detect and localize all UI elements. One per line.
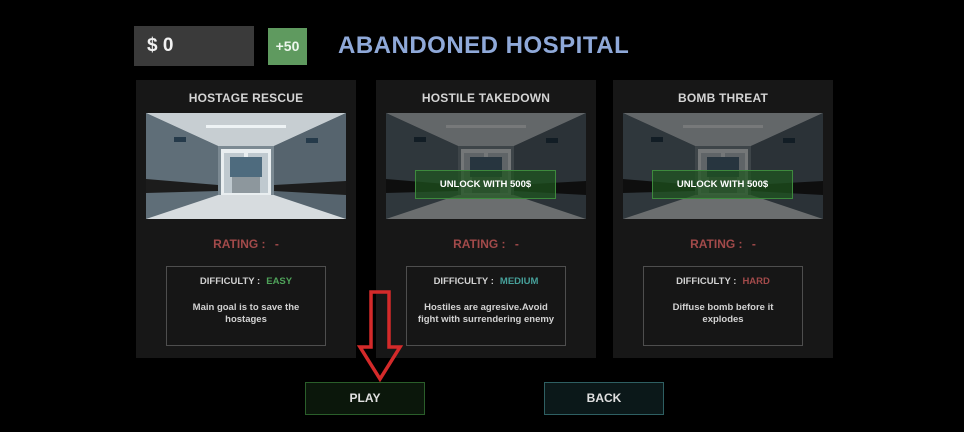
mission-description: Diffuse bomb before it explodes xyxy=(672,302,774,325)
mission-info-box: DIFFICULTY : MEDIUM Hostiles are agresive… xyxy=(406,266,566,346)
difficulty-value: HARD xyxy=(742,276,770,287)
mission-thumbnail: UNLOCK WITH 500$ xyxy=(623,113,823,219)
rating-value: - xyxy=(514,237,519,251)
rating-row: RATING : - xyxy=(613,237,833,251)
money-display: $ 0 xyxy=(134,26,254,66)
mission-description: Main goal is to save the hostages xyxy=(192,302,300,325)
difficulty-value: MEDIUM xyxy=(499,276,539,287)
money-value: $ 0 xyxy=(147,35,174,56)
difficulty-label: DIFFICULTY : xyxy=(433,276,494,287)
unlock-button[interactable]: UNLOCK WITH 500$ xyxy=(652,170,793,199)
mission-thumbnail xyxy=(146,113,346,219)
back-button-label: BACK xyxy=(586,391,622,405)
down-arrow-icon xyxy=(356,290,404,383)
mission-description: Hostiles are agresive.Avoid fight with s… xyxy=(417,302,555,325)
rating-label: RATING : xyxy=(453,237,506,251)
difficulty-value: EASY xyxy=(266,276,293,287)
add-money-label: +50 xyxy=(275,38,300,54)
rating-label: RATING : xyxy=(213,237,266,251)
play-button[interactable]: PLAY xyxy=(305,382,425,415)
mission-select-screen: { "header": { "money": "$ 0", "add_money… xyxy=(0,0,964,432)
mission-card-hostage-rescue[interactable]: HOSTAGE RESCUE RATING : - DIFFICULTY : EA… xyxy=(136,80,356,358)
mission-info-box: DIFFICULTY : EASY Main goal is to save th… xyxy=(166,266,326,346)
difficulty-row: DIFFICULTY : HARD xyxy=(644,276,802,287)
difficulty-label: DIFFICULTY : xyxy=(676,276,737,287)
rating-row: RATING : - xyxy=(136,237,356,251)
rating-value: - xyxy=(751,237,756,251)
difficulty-row: DIFFICULTY : EASY xyxy=(167,276,325,287)
add-money-button[interactable]: +50 xyxy=(268,28,307,65)
mission-title: BOMB THREAT xyxy=(678,91,768,105)
play-button-label: PLAY xyxy=(349,391,381,405)
unlock-button[interactable]: UNLOCK WITH 500$ xyxy=(415,170,556,199)
mission-card-hostile-takedown: HOSTILE TAKEDOWN UNLOCK WITH 500$ RATING… xyxy=(376,80,596,358)
locked-overlay xyxy=(623,113,823,219)
locked-overlay xyxy=(386,113,586,219)
mission-title: HOSTILE TAKEDOWN xyxy=(421,91,551,105)
difficulty-row: DIFFICULTY : MEDIUM xyxy=(407,276,565,287)
mission-card-bomb-threat: BOMB THREAT UNLOCK WITH 500$ RATING : - … xyxy=(613,80,833,358)
rating-row: RATING : - xyxy=(376,237,596,251)
hallway-image xyxy=(146,113,346,219)
rating-label: RATING : xyxy=(690,237,743,251)
mission-info-box: DIFFICULTY : HARD Diffuse bomb before it … xyxy=(643,266,803,346)
back-button[interactable]: BACK xyxy=(544,382,664,415)
rating-value: - xyxy=(274,237,279,251)
level-title: ABANDONED HOSPITAL xyxy=(338,32,630,59)
mission-title: HOSTAGE RESCUE xyxy=(188,91,304,105)
mission-thumbnail: UNLOCK WITH 500$ xyxy=(386,113,586,219)
difficulty-label: DIFFICULTY : xyxy=(199,276,261,287)
